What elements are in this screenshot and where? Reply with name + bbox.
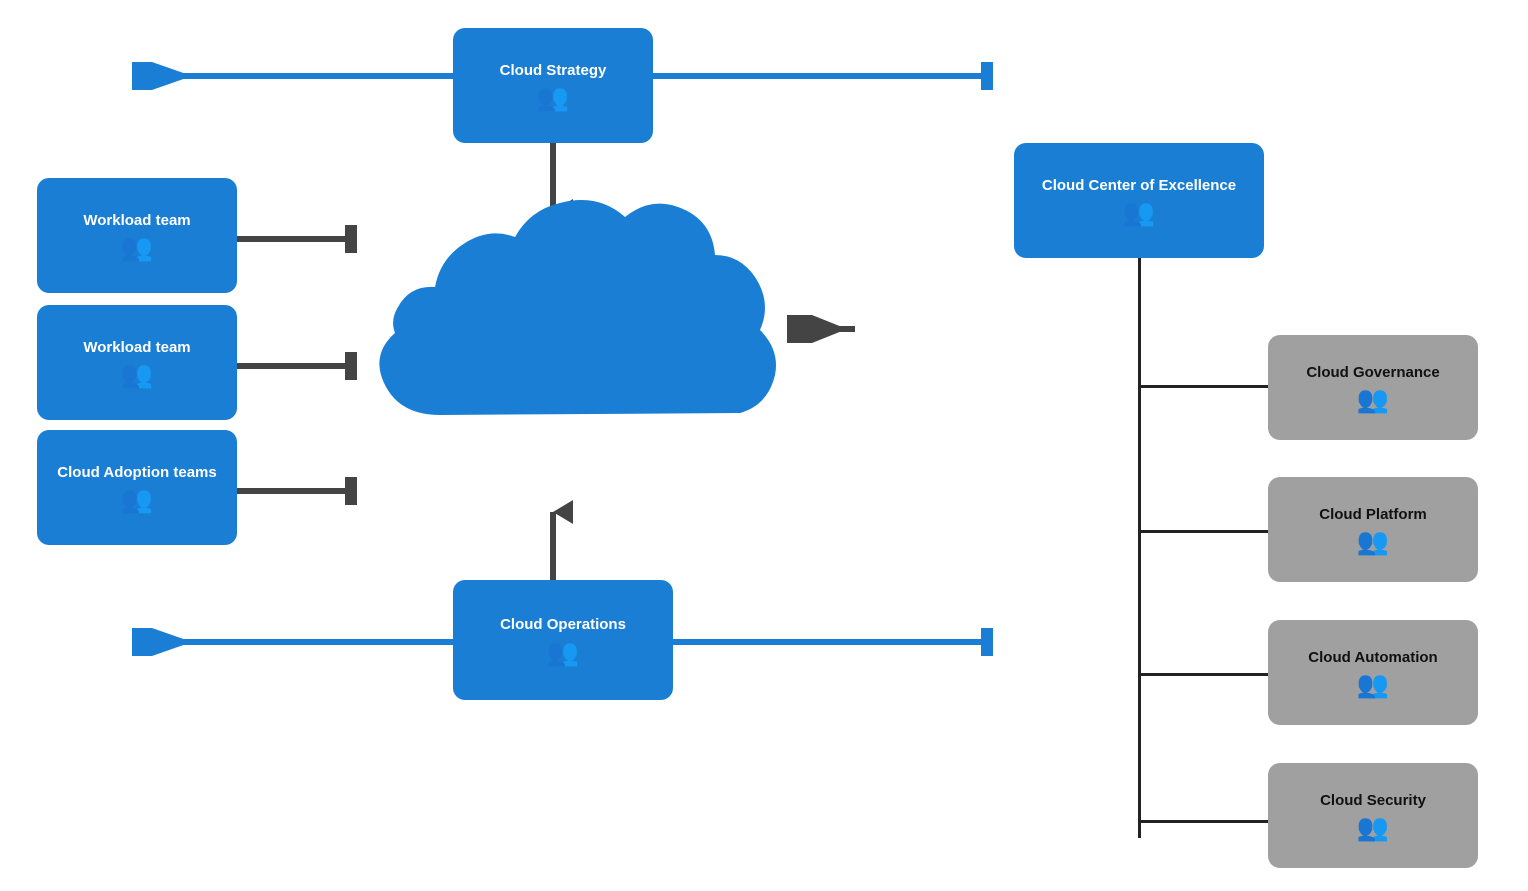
arrow-ops-right: [673, 628, 993, 656]
cloud-governance-box: Cloud Governance 👥: [1268, 335, 1478, 440]
cloud-governance-icon: 👥: [1357, 386, 1389, 412]
workload-team-1-icon: 👥: [121, 234, 153, 260]
workload-team-2-icon: 👥: [121, 361, 153, 387]
tree-line-security: [1138, 820, 1268, 823]
tree-line-automation: [1138, 673, 1268, 676]
arrow-workload1-right: [237, 225, 357, 253]
cloud-automation-label: Cloud Automation: [1308, 648, 1437, 668]
ccoe-label: Cloud Center of Excellence: [1042, 176, 1236, 196]
tree-line-platform: [1138, 530, 1268, 533]
cloud-strategy-label: Cloud Strategy: [500, 61, 607, 81]
cloud-platform-icon: 👥: [1357, 528, 1389, 554]
cloud-security-icon: 👥: [1357, 814, 1389, 840]
cloud-governance-label: Cloud Governance: [1306, 363, 1439, 383]
ccoe-icon: 👥: [1123, 199, 1155, 225]
diagram: Cloud Strategy 👥 Workload team 👥: [0, 0, 1528, 891]
cloud-adoption-label: Cloud Adoption teams: [57, 463, 216, 483]
arrow-strategy-left: [120, 62, 455, 90]
cloud-platform-label: Cloud Platform: [1319, 505, 1427, 525]
cloud-automation-box: Cloud Automation 👥: [1268, 620, 1478, 725]
cloud-security-box: Cloud Security 👥: [1268, 763, 1478, 868]
cloud-adoption-icon: 👥: [121, 486, 153, 512]
cloud-ops-box: Cloud Operations 👥: [453, 580, 673, 700]
workload-team-1-label: Workload team: [83, 211, 190, 231]
arrow-strategy-right: [653, 62, 993, 90]
tree-line-governance: [1138, 385, 1268, 388]
cloud-platform-box: Cloud Platform 👥: [1268, 477, 1478, 582]
workload-team-2-label: Workload team: [83, 338, 190, 358]
cloud-ops-icon: 👥: [547, 639, 579, 665]
arrow-ops-left: [120, 628, 455, 656]
ccoe-box: Cloud Center of Excellence 👥: [1014, 143, 1264, 258]
cloud-automation-icon: 👥: [1357, 671, 1389, 697]
arrow-up-from-bottom: [533, 500, 573, 580]
cloud-security-label: Cloud Security: [1320, 791, 1426, 811]
arrow-workload2-right: [237, 352, 357, 380]
cloud-strategy-box: Cloud Strategy 👥: [453, 28, 653, 143]
cloud-strategy-icon: 👥: [537, 84, 569, 110]
arrow-adoption-right: [237, 477, 357, 505]
workload-team-1-box: Workload team 👥: [37, 178, 237, 293]
cloud-shape: [340, 175, 780, 505]
arrow-right-into-cloud: [775, 315, 855, 343]
tree-vertical-line: [1138, 258, 1141, 838]
workload-team-2-box: Workload team 👥: [37, 305, 237, 420]
cloud-ops-label: Cloud Operations: [500, 615, 626, 635]
cloud-adoption-box: Cloud Adoption teams 👥: [37, 430, 237, 545]
